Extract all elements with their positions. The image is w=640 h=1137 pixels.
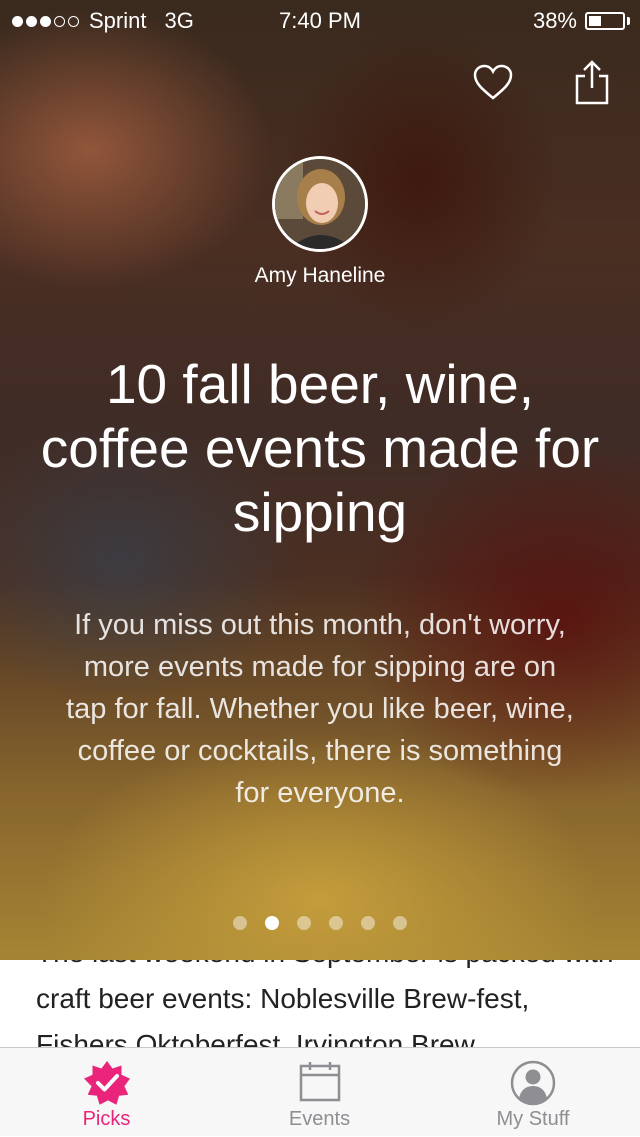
picks-badge-icon: [83, 1061, 130, 1105]
tab-events[interactable]: Events: [213, 1048, 426, 1137]
tab-label: My Stuff: [496, 1108, 570, 1130]
story-summary: If you miss out this month, don't worry,…: [66, 609, 574, 809]
battery-percent: 38%: [532, 8, 577, 33]
calendar-icon: [299, 1062, 340, 1102]
share-button[interactable]: [568, 58, 616, 106]
page-dot[interactable]: [361, 916, 375, 930]
page-dot-active[interactable]: [265, 916, 279, 930]
status-bar: Sprint 3G 7:40 PM 38%: [0, 0, 640, 40]
hero-section: Sprint 3G 7:40 PM 38% Amy Haneline 10 fa…: [0, 0, 640, 960]
author-name: Amy Haneline: [254, 264, 386, 287]
tab-label: Picks: [82, 1108, 131, 1130]
page-dot[interactable]: [233, 916, 247, 930]
share-icon: [575, 60, 609, 105]
tab-picks[interactable]: Picks: [0, 1048, 213, 1137]
author-avatar[interactable]: [272, 156, 368, 252]
page-indicator[interactable]: [0, 916, 640, 930]
profile-icon: [510, 1060, 556, 1106]
page-dot[interactable]: [393, 916, 407, 930]
tab-bar: Picks Events My Stuff: [0, 1047, 640, 1136]
page-dot[interactable]: [329, 916, 343, 930]
article-body[interactable]: The last weekend in September is packed …: [0, 960, 640, 1048]
tab-my-stuff[interactable]: My Stuff: [426, 1048, 640, 1137]
favorite-button[interactable]: [469, 58, 517, 106]
article-text: The last weekend in September is packed …: [36, 960, 613, 1048]
battery-icon: [585, 12, 625, 30]
heart-icon: [473, 64, 513, 100]
tab-label: Events: [288, 1108, 351, 1130]
story-headline: 10 fall beer, wine, coffee events made f…: [40, 353, 600, 543]
page-dot[interactable]: [297, 916, 311, 930]
